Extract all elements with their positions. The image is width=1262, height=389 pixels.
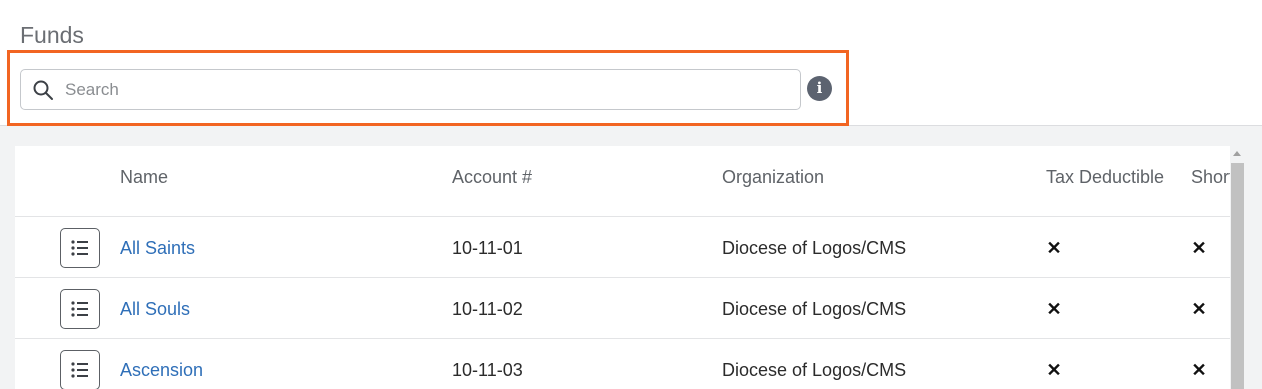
organization: Diocese of Logos/CMS: [722, 299, 907, 319]
column-header-organization[interactable]: Organization: [722, 167, 824, 188]
table-row: All Souls 10-11-02 Diocese of Logos/CMS …: [15, 278, 1230, 339]
row-menu-button[interactable]: [60, 350, 100, 389]
search-icon: [33, 80, 53, 100]
account-number: 10-11-01: [452, 238, 523, 258]
x-icon: ✕: [1046, 360, 1062, 380]
list-icon: [71, 301, 88, 317]
account-number: 10-11-03: [452, 360, 523, 380]
account-number: 10-11-02: [452, 299, 523, 319]
table-header-row: Name Account # Organization Tax Deductib…: [15, 146, 1230, 217]
fund-name-link[interactable]: All Saints: [120, 238, 195, 259]
search-box[interactable]: [20, 69, 801, 110]
organization: Diocese of Logos/CMS: [722, 360, 907, 380]
info-icon[interactable]: i: [807, 76, 832, 101]
search-input[interactable]: [65, 70, 795, 109]
x-icon: ✕: [1191, 360, 1207, 380]
table-row: Ascension 10-11-03 Diocese of Logos/CMS …: [15, 339, 1230, 389]
scroll-up-arrow-icon[interactable]: [1233, 151, 1241, 156]
fund-name-link[interactable]: All Souls: [120, 299, 190, 320]
column-header-name[interactable]: Name: [120, 167, 168, 188]
scroll-thumb[interactable]: [1231, 163, 1244, 389]
column-header-tax-deductible[interactable]: Tax Deductible: [1046, 167, 1164, 188]
x-icon: ✕: [1046, 299, 1062, 319]
table-row: All Saints 10-11-01 Diocese of Logos/CMS…: [15, 217, 1230, 278]
funds-table: Name Account # Organization Tax Deductib…: [15, 146, 1230, 389]
row-menu-button[interactable]: [60, 228, 100, 268]
x-icon: ✕: [1046, 238, 1062, 258]
x-icon: ✕: [1191, 238, 1207, 258]
x-icon: ✕: [1191, 299, 1207, 319]
row-menu-button[interactable]: [60, 289, 100, 329]
column-header-shortfall[interactable]: Shortfall Py: [1191, 167, 1230, 188]
list-icon: [71, 362, 88, 378]
column-header-account[interactable]: Account #: [452, 167, 532, 188]
list-icon: [71, 240, 88, 256]
vertical-scrollbar[interactable]: [1230, 146, 1245, 389]
page-header: Funds i: [0, 0, 1262, 126]
organization: Diocese of Logos/CMS: [722, 238, 907, 258]
page-title: Funds: [20, 22, 84, 48]
fund-name-link[interactable]: Ascension: [120, 360, 203, 381]
